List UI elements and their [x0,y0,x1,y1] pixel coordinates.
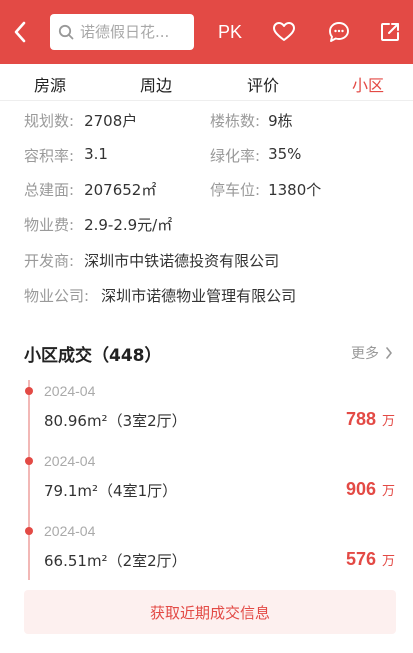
info-row-plot-ratio: 容积率: 3.1 [24,145,108,166]
info-row-planned: 规划数: 2708户 [24,110,137,131]
share-icon [381,23,399,41]
developer-label: 开发商: [24,252,75,270]
green-value: 35% [268,145,302,163]
timeline-dot [25,527,33,535]
share-button[interactable] [378,20,402,44]
planned-units-label: 规划数: [24,112,75,130]
transaction-date: 2024-04 [44,453,96,469]
chevron-left-icon [14,21,26,43]
green-label: 绿化率: [210,147,261,165]
search-box[interactable] [50,14,194,50]
transaction-price: 906 万 [346,479,395,500]
buildings-value: 9栋 [268,112,293,130]
transaction-desc[interactable]: 66.51m²（2室2厅） [44,550,187,571]
transactions-title: 小区成交（448） [24,346,162,366]
parking-value: 1380个 [268,181,322,199]
info-row-developer: 开发商: 深圳市中铁诺德投资有限公司 [24,250,279,271]
tab-listings[interactable]: 房源 [34,72,66,96]
price-unit: 万 [381,414,395,429]
plot-ratio-value: 3.1 [84,145,108,163]
plot-ratio-label: 容积率: [24,147,75,165]
chevron-right-icon [386,347,392,359]
pk-button[interactable]: PK [218,22,242,43]
price-unit: 万 [381,554,395,569]
info-row-parking: 停车位: 1380个 [210,179,321,200]
transaction-date: 2024-04 [44,523,96,539]
more-transactions-link[interactable]: 更多 [351,343,393,363]
parking-label: 停车位: [210,181,261,199]
buildings-label: 楼栋数: [210,112,261,130]
info-row-area: 总建面: 207652㎡ [24,179,156,200]
search-icon [58,24,74,40]
planned-units-value: 2708户 [84,112,138,130]
transaction-desc[interactable]: 80.96m²（3室2厅） [44,410,187,431]
info-row-buildings: 楼栋数: 9栋 [210,110,293,131]
info-row-property-company: 物业公司: 深圳市诺德物业管理有限公司 [24,285,296,306]
top-bar: PK [0,0,413,64]
message-button[interactable] [327,20,351,44]
transaction-price: 788 万 [346,409,395,430]
search-input[interactable] [80,23,192,41]
timeline-line [28,380,30,580]
fee-label: 物业费: [24,216,75,234]
timeline-dot [25,387,33,395]
property-company-value: 深圳市诺德物业管理有限公司 [101,287,297,305]
price-value: 788 [345,409,376,429]
favorite-button[interactable] [272,20,296,44]
price-value: 576 [345,549,376,569]
property-company-label: 物业公司: [24,287,90,305]
tab-bar: 房源 周边 评价 小区 [0,64,413,101]
fee-value: 2.9-2.9元/㎡ [84,216,173,234]
tab-surroundings[interactable]: 周边 [140,72,172,96]
area-value: 207652㎡ [84,181,157,199]
info-row-fee: 物业费: 2.9-2.9元/㎡ [24,214,172,235]
area-label: 总建面: [24,181,75,199]
developer-value: 深圳市中铁诺德投资有限公司 [84,252,280,270]
more-label: 更多 [351,346,379,362]
timeline-dot [25,457,33,465]
tab-community[interactable]: 小区 [352,72,384,96]
price-unit: 万 [381,484,395,499]
back-button[interactable] [2,0,38,64]
price-value: 906 [345,479,376,499]
tab-reviews[interactable]: 评价 [247,72,279,96]
info-row-green: 绿化率: 35% [210,145,301,166]
transaction-date: 2024-04 [44,383,96,399]
transaction-price: 576 万 [346,549,395,570]
heart-icon [273,22,295,41]
transaction-desc[interactable]: 79.1m²（4室1厅） [44,480,177,501]
chat-icon [329,22,349,42]
get-recent-transactions-button[interactable]: 获取近期成交信息 [24,590,396,634]
